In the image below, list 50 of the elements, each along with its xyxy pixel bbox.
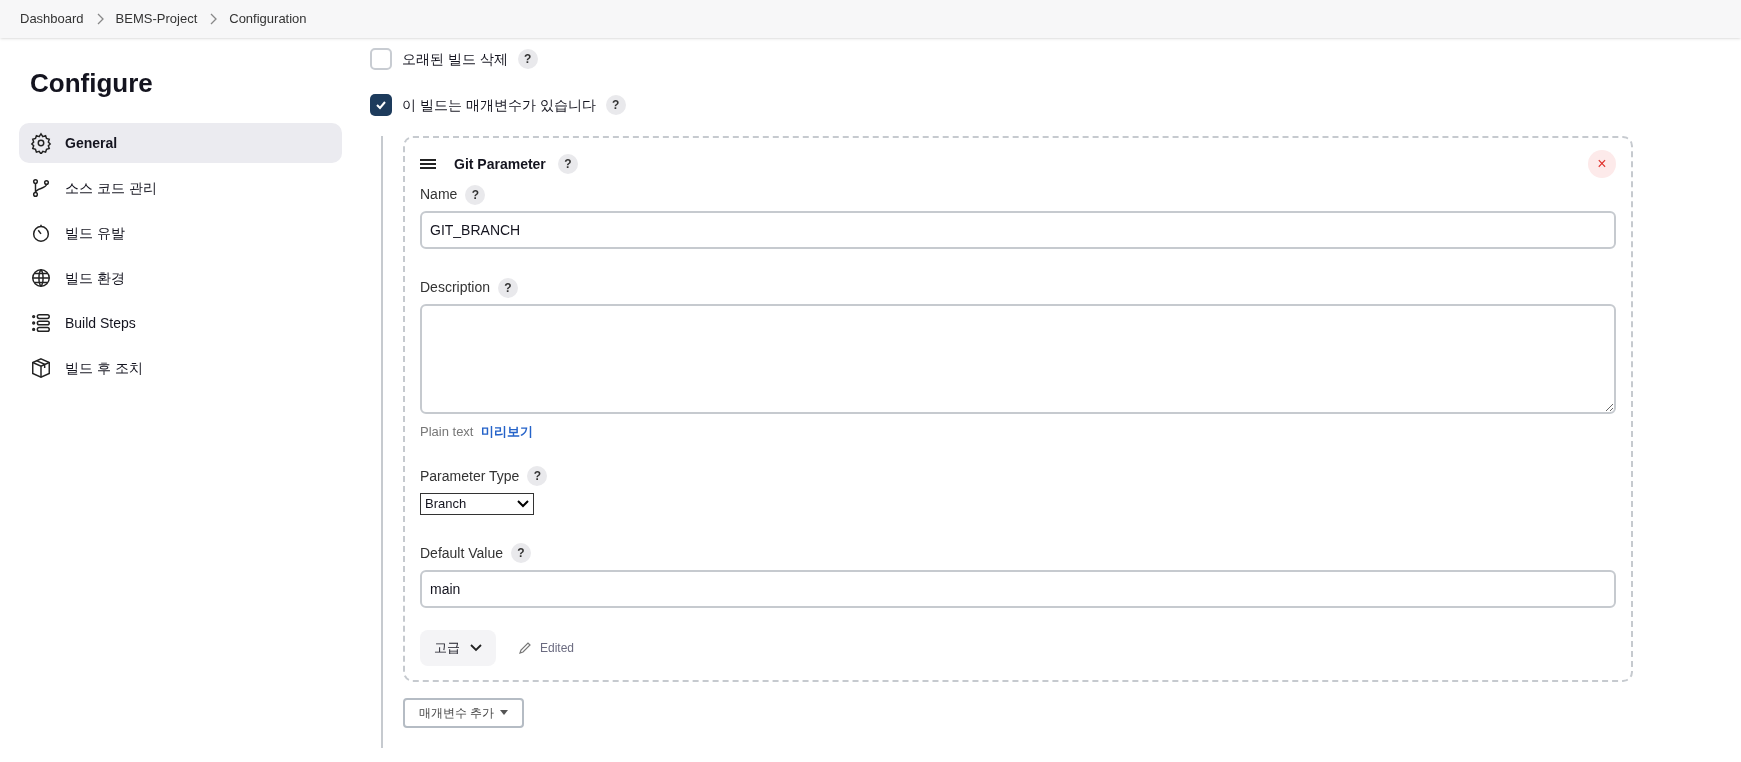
checkbox-label: 이 빌드는 매개변수가 있습니다	[402, 95, 596, 115]
field-label: Parameter Type	[420, 466, 520, 486]
edited-label: Edited	[540, 639, 575, 657]
text-field[interactable]: main	[420, 569, 1616, 608]
globe-icon	[30, 267, 52, 289]
package-icon	[30, 357, 52, 379]
help-button[interactable]: ?	[465, 184, 486, 205]
chevron-icon	[95, 13, 104, 25]
page-title: Configure	[30, 67, 154, 100]
checkbox[interactable]	[370, 48, 392, 70]
help-button[interactable]: ?	[517, 49, 538, 69]
sidebar-item[interactable]: 빌드 유발	[19, 213, 342, 253]
type-dropdown[interactable]: Branch	[420, 492, 534, 515]
breadcrumb-link[interactable]: BEMS-Project	[115, 9, 198, 29]
list-icon	[30, 312, 52, 334]
format-label: Plain text	[420, 423, 474, 441]
help-button[interactable]: ?	[498, 277, 519, 298]
field-label: Name	[420, 185, 458, 204]
text-field[interactable]: GIT_BRANCH	[420, 211, 1616, 249]
sidebar-item[interactable]: 빌드 후 조치	[19, 348, 342, 388]
breadcrumb-link[interactable]: Configuration	[229, 9, 307, 29]
help-button[interactable]: ?	[511, 543, 531, 563]
branch-icon	[30, 177, 52, 199]
drag-handle-icon[interactable]	[420, 158, 436, 170]
pencil-icon	[518, 640, 532, 655]
card-title: Git Parameter	[454, 154, 546, 174]
close-button[interactable]: ×	[1588, 150, 1616, 178]
description-field[interactable]	[420, 304, 1616, 414]
sidebar-item[interactable]: General	[19, 123, 342, 163]
sidebar-item[interactable]: 빌드 환경	[19, 258, 342, 298]
settings-icon	[30, 132, 52, 154]
add-parameter-button[interactable]: 매개변수 추가	[403, 697, 525, 728]
chevron-down-icon	[517, 499, 529, 508]
breadcrumb-link[interactable]: Dashboard	[20, 9, 84, 29]
help-button[interactable]: ?	[557, 154, 578, 174]
chevron-icon	[209, 13, 218, 25]
advanced-button[interactable]: 고급	[420, 629, 496, 666]
field-label: Description	[420, 278, 491, 297]
caret-icon	[500, 710, 509, 715]
checkbox-label: 오래된 빌드 삭제	[402, 49, 508, 69]
help-button[interactable]: ?	[605, 95, 626, 115]
chevron-down-icon	[470, 643, 482, 652]
checkbox[interactable]	[370, 94, 392, 116]
timer-icon	[30, 222, 52, 244]
sidebar-item[interactable]: Build Steps	[19, 303, 342, 343]
field-label: Default Value	[420, 543, 503, 563]
sidebar-item[interactable]: 소스 코드 관리	[19, 168, 342, 208]
checkmark-icon	[375, 99, 387, 111]
preview-link[interactable]: 미리보기	[481, 422, 534, 442]
help-button[interactable]: ?	[527, 466, 548, 486]
